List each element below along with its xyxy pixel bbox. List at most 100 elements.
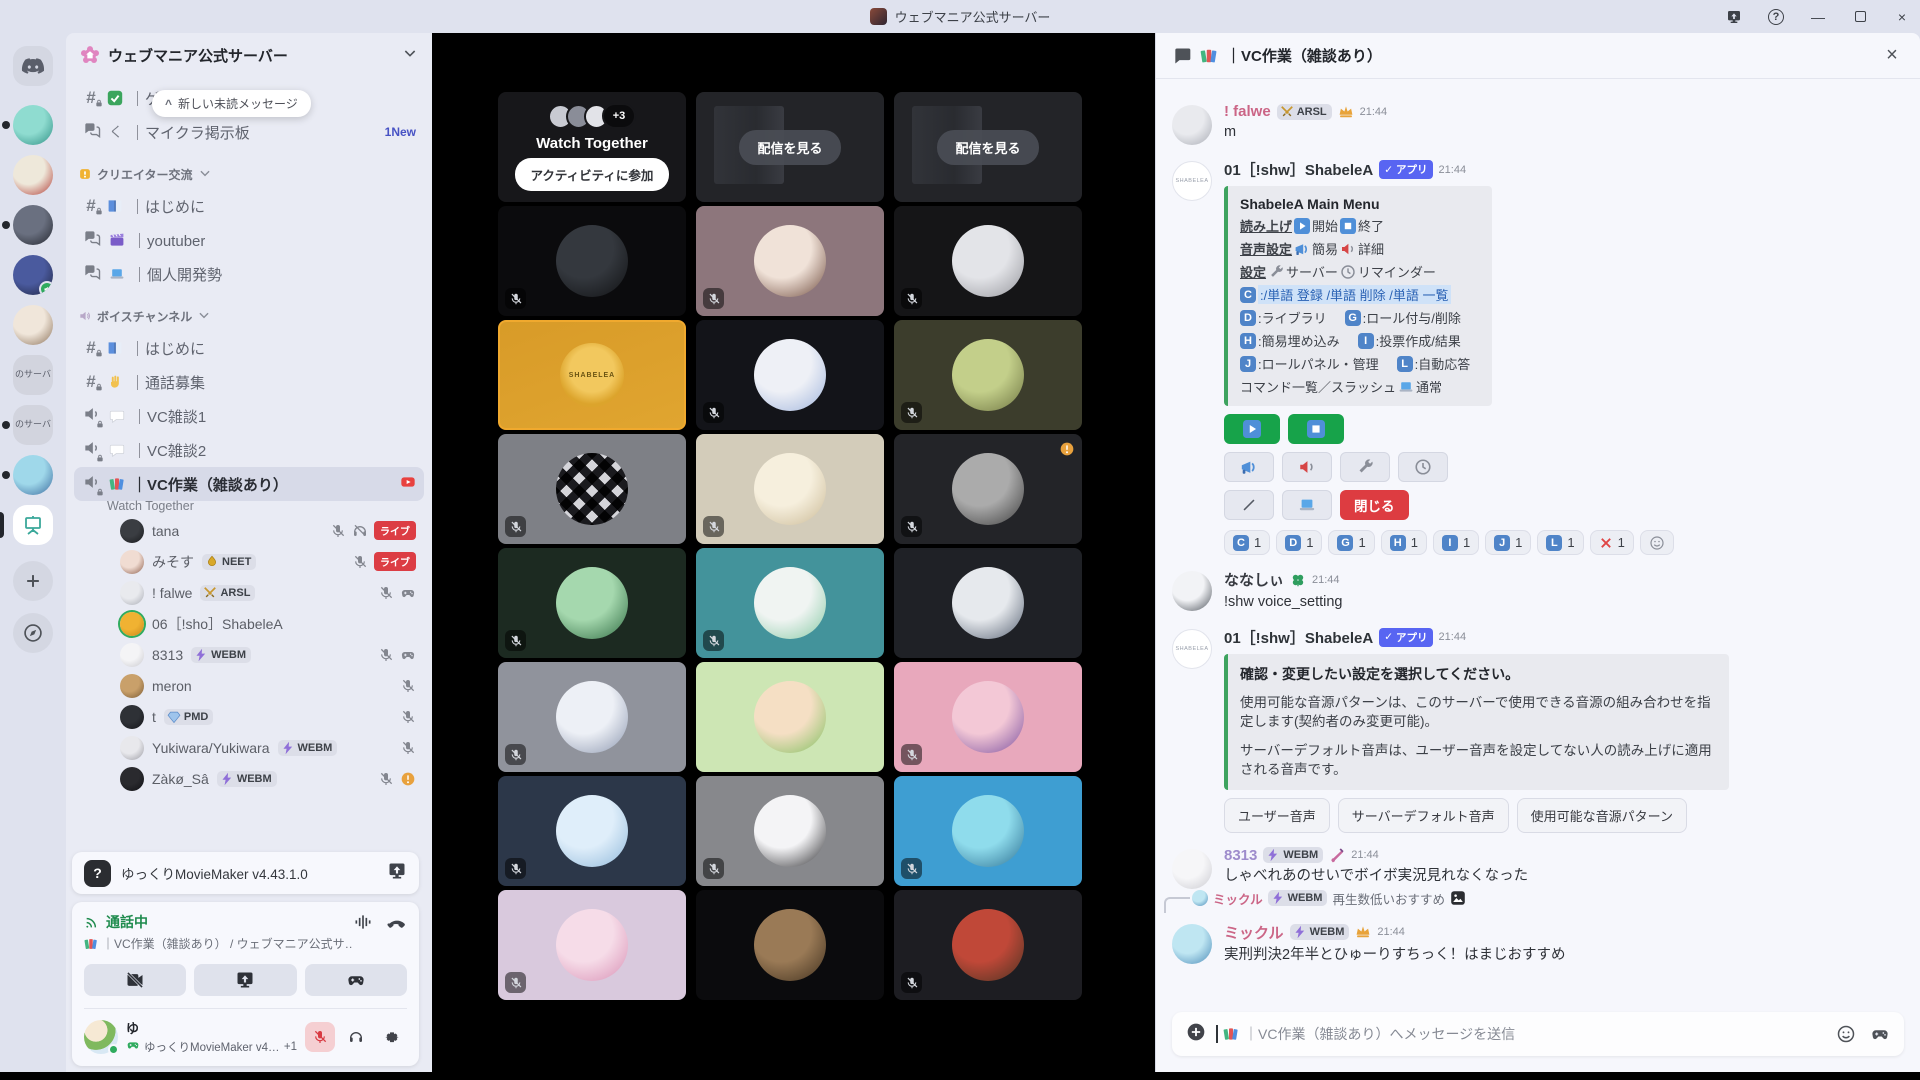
channel-｜VC作業（雑談あり）[interactable]: ｜VC作業（雑談あり）: [74, 467, 424, 501]
channel-｜通話募集[interactable]: #｜通話募集: [74, 365, 424, 399]
simple-voice-button[interactable]: [1224, 452, 1274, 482]
server-text-a[interactable]: のサーバ: [13, 355, 53, 395]
voice-member-row[interactable]: tanaライブ: [74, 515, 424, 546]
add-server-button[interactable]: [13, 561, 53, 601]
share-screen-button[interactable]: [194, 964, 296, 996]
server-girl[interactable]: [13, 305, 53, 345]
user-video-tile[interactable]: [894, 206, 1082, 316]
channel-｜はじめに[interactable]: #｜はじめに: [74, 189, 424, 223]
message-input[interactable]: ｜VC作業（雑談あり）へメッセージを送信: [1172, 1012, 1904, 1056]
join-activity-button[interactable]: アクティビティに参加: [515, 158, 670, 191]
discover-button[interactable]: [13, 613, 53, 653]
reaction[interactable]: I1: [1433, 530, 1479, 555]
camera-button[interactable]: [84, 964, 186, 996]
user-video-tile[interactable]: [696, 548, 884, 658]
author-name[interactable]: ! falwe: [1224, 103, 1271, 120]
channel-｜VC雑談1[interactable]: ｜VC雑談1: [74, 399, 424, 433]
speaking-user-tile[interactable]: SHABELEA: [498, 320, 686, 430]
activity-button[interactable]: [305, 964, 407, 996]
user-video-tile[interactable]: [894, 776, 1082, 886]
avatar[interactable]: [1172, 849, 1212, 889]
author-name[interactable]: 01［!shw］ShabeleA: [1224, 627, 1373, 648]
server-icon-easel[interactable]: [13, 505, 53, 545]
server-settings-button[interactable]: [1340, 452, 1390, 482]
close-menu-button[interactable]: 閉じる: [1340, 490, 1409, 520]
user-avatar[interactable]: [84, 1020, 118, 1054]
user-video-tile[interactable]: [894, 662, 1082, 772]
user-video-tile[interactable]: [894, 320, 1082, 430]
start-button[interactable]: [1224, 414, 1280, 444]
reaction[interactable]: L1: [1537, 530, 1583, 555]
avatar[interactable]: [1172, 571, 1212, 611]
deafen-button[interactable]: [341, 1022, 371, 1052]
detail-voice-button[interactable]: [1282, 452, 1332, 482]
stop-button[interactable]: [1288, 414, 1344, 444]
reaction[interactable]: G1: [1328, 530, 1374, 555]
titlebar-screen-share-button[interactable]: [1724, 7, 1744, 27]
user-video-tile[interactable]: [498, 206, 686, 316]
close-chat-button[interactable]: ×: [1880, 44, 1904, 67]
watch-stream-button[interactable]: 配信を見る: [739, 130, 840, 165]
voice-member-row[interactable]: 06［!sho］ShabeleA: [74, 608, 424, 639]
server-text-b[interactable]: のサーバ: [13, 405, 53, 445]
channel-｜マイクラ掲示板[interactable]: く｜マイクラ掲示板1New: [74, 115, 424, 149]
category-row[interactable]: ボイスチャンネル: [74, 301, 424, 331]
watch-stream-button[interactable]: 配信を見る: [937, 130, 1038, 165]
user-video-tile[interactable]: [498, 662, 686, 772]
avatar[interactable]: [1172, 924, 1212, 964]
titlebar-minimize-button[interactable]: —: [1808, 7, 1828, 27]
smile-icon[interactable]: [1836, 1024, 1856, 1044]
reaction[interactable]: H1: [1381, 530, 1427, 555]
user-video-tile[interactable]: [498, 890, 686, 1000]
add-reaction-button[interactable]: [1640, 530, 1674, 555]
author-name[interactable]: 01［!shw］ShabeleA: [1224, 159, 1373, 180]
reply-context[interactable]: ミックルWEBM再生数低いおすすめ: [1192, 889, 1902, 908]
reaction[interactable]: D1: [1276, 530, 1322, 555]
user-video-tile[interactable]: [696, 434, 884, 544]
voice-member-row[interactable]: ! falweARSL: [74, 577, 424, 608]
stream-tile[interactable]: 配信を見る: [696, 92, 884, 202]
voice-member-row[interactable]: Yukiwara/YukiwaraWEBM: [74, 732, 424, 763]
user-video-tile[interactable]: [498, 434, 686, 544]
channel-｜VC雑談2[interactable]: ｜VC雑談2: [74, 433, 424, 467]
bot-avatar[interactable]: SHABELEA: [1172, 629, 1212, 669]
plus-circle-icon[interactable]: [1186, 1022, 1206, 1042]
server-festival[interactable]: [13, 255, 53, 295]
embed-button[interactable]: ユーザー音声: [1224, 798, 1330, 833]
server-header[interactable]: ウェブマニア公式サーバー: [66, 33, 432, 77]
home-button[interactable]: [13, 46, 53, 86]
author-name[interactable]: ななしぃ: [1224, 569, 1284, 590]
titlebar-close-button[interactable]: ×: [1892, 7, 1912, 27]
unread-messages-pill[interactable]: ^新しい未読メッセージ: [152, 90, 311, 117]
avatar[interactable]: [1172, 105, 1212, 145]
phone-down-icon[interactable]: [387, 912, 407, 932]
slash-button[interactable]: [1224, 490, 1274, 520]
reminder-button[interactable]: [1398, 452, 1448, 482]
reaction[interactable]: J1: [1485, 530, 1531, 555]
titlebar-maximize-button[interactable]: [1850, 7, 1870, 27]
voice-member-row[interactable]: tPMD: [74, 701, 424, 732]
waveform-icon[interactable]: [353, 912, 373, 932]
server-dark-portrait[interactable]: [13, 205, 53, 245]
mute-button[interactable]: [305, 1022, 335, 1052]
user-video-tile[interactable]: [894, 434, 1082, 544]
voice-member-row[interactable]: meron: [74, 670, 424, 701]
voice-member-row[interactable]: みそすNEETライブ: [74, 546, 424, 577]
voice-member-row[interactable]: Zàkø_SâWEBM: [74, 763, 424, 794]
channel-｜はじめに[interactable]: #｜はじめに: [74, 331, 424, 365]
chevron-down-icon[interactable]: [402, 45, 418, 61]
user-video-tile[interactable]: [498, 548, 686, 658]
user-video-tile[interactable]: [498, 776, 686, 886]
server-teal[interactable]: [13, 105, 53, 145]
pad-icon[interactable]: [1870, 1024, 1890, 1044]
category-row[interactable]: クリエイター交流: [74, 159, 424, 189]
bot-avatar[interactable]: SHABELEA: [1172, 161, 1212, 201]
watch-together-tile[interactable]: +3Watch Togetherアクティビティに参加: [498, 92, 686, 202]
reaction[interactable]: C1: [1224, 530, 1270, 555]
channel-｜youtuber[interactable]: ｜youtuber: [74, 223, 424, 257]
screen-share-icon[interactable]: [387, 861, 407, 881]
embed-button[interactable]: サーバーデフォルト音声: [1338, 798, 1509, 833]
user-video-tile[interactable]: [696, 890, 884, 1000]
user-video-tile[interactable]: [894, 890, 1082, 1000]
call-channel-path[interactable]: ｜VC作業（雑談あり） / ウェブマニア公式サ…: [102, 935, 353, 952]
